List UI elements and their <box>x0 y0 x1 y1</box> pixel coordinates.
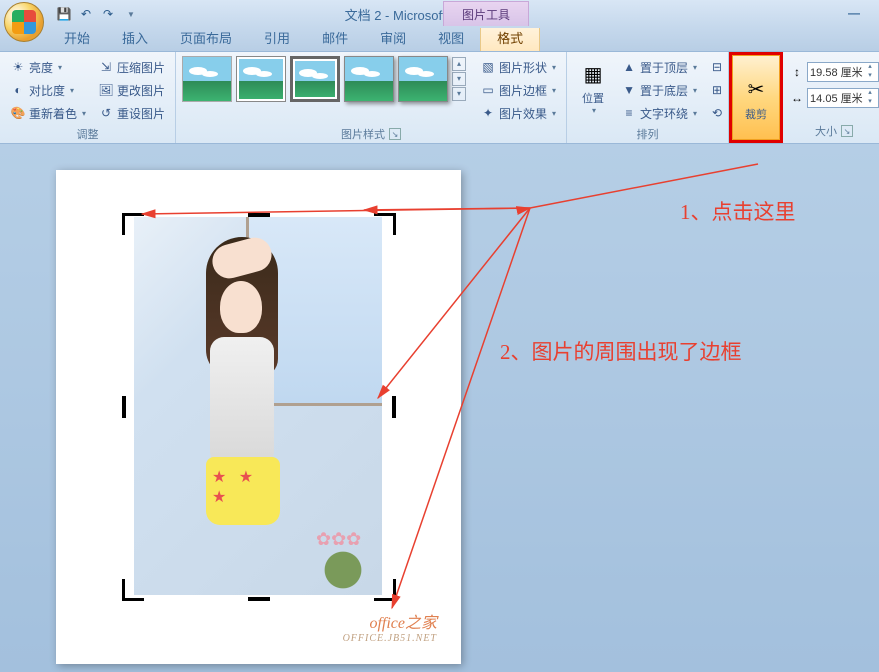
contrast-icon: ◐ <box>10 82 26 98</box>
tab-insert[interactable]: 插入 <box>106 24 164 51</box>
style-thumb[interactable] <box>182 56 232 102</box>
crop-icon: ✂ <box>740 74 772 106</box>
position-icon: ▦ <box>577 58 609 90</box>
dialog-launcher-icon[interactable]: ↘ <box>389 128 401 140</box>
context-tab-picture-tools: 图片工具 <box>443 1 529 26</box>
document-page[interactable]: office之家OFFICE.JB51.NET <box>56 170 461 664</box>
position-button[interactable]: ▦ 位置 ▾ <box>573 56 613 117</box>
text-wrap-icon: ≡ <box>621 105 637 121</box>
compress-button[interactable]: ⇲压缩图片 <box>94 56 169 78</box>
group-arrange-label: 排列 <box>573 124 722 144</box>
bring-front-icon: ▲ <box>621 59 637 75</box>
picture-effects-icon: ✦ <box>480 105 496 121</box>
recolor-icon: 🎨 <box>10 105 26 121</box>
crop-button[interactable]: ✂ 裁剪 <box>736 72 776 124</box>
watermark: office之家OFFICE.JB51.NET <box>343 609 437 644</box>
height-icon: ↕ <box>789 64 805 80</box>
send-back-icon: ▼ <box>621 82 637 98</box>
change-picture-icon: 🖼 <box>98 82 114 98</box>
annotation-2: 2、图片的周围出现了边框 <box>500 336 742 366</box>
reset-picture-icon: ↺ <box>98 105 114 121</box>
group-adjust-label: 调整 <box>6 124 169 144</box>
reset-picture-button[interactable]: ↺重设图片 <box>94 102 169 124</box>
qat-customize-icon[interactable]: ▼ <box>120 4 140 24</box>
qat-save-icon[interactable]: 💾 <box>54 4 74 24</box>
text-wrap-button[interactable]: ≡文字环绕▾ <box>617 102 701 124</box>
picture-effects-button[interactable]: ✦图片效果▾ <box>476 102 560 124</box>
recolor-button[interactable]: 🎨重新着色▾ <box>6 102 90 124</box>
style-thumb[interactable] <box>398 56 448 102</box>
annotation-1: 1、点击这里 <box>680 196 796 226</box>
picture-shape-button[interactable]: ▧图片形状▾ <box>476 56 560 78</box>
change-picture-button[interactable]: 🖼更改图片 <box>94 79 169 101</box>
tab-review[interactable]: 审阅 <box>364 24 422 51</box>
tab-page-layout[interactable]: 页面布局 <box>164 24 248 51</box>
style-thumb[interactable] <box>236 56 286 102</box>
office-button[interactable] <box>4 2 44 42</box>
picture-shape-icon: ▧ <box>480 59 496 75</box>
tab-references[interactable]: 引用 <box>248 24 306 51</box>
inserted-picture[interactable] <box>134 217 382 595</box>
group-styles-label: 图片样式 <box>341 126 385 142</box>
picture-style-gallery[interactable]: ▴▾▾ <box>182 56 466 102</box>
brightness-button[interactable]: ☀亮度▾ <box>6 56 90 78</box>
dialog-launcher-icon[interactable]: ↘ <box>841 125 853 137</box>
contrast-button[interactable]: ◐对比度▾ <box>6 79 90 101</box>
group-icon: ⊞ <box>709 82 725 98</box>
width-icon: ↔ <box>789 90 805 106</box>
qat-undo-icon[interactable]: ↶ <box>76 4 96 24</box>
picture-border-button[interactable]: ▭图片边框▾ <box>476 79 560 101</box>
tab-mailings[interactable]: 邮件 <box>306 24 364 51</box>
align-icon: ⊟ <box>709 59 725 75</box>
send-back-button[interactable]: ▼置于底层▾ <box>617 79 701 101</box>
group-size-label: 大小 <box>815 123 837 139</box>
brightness-icon: ☀ <box>10 59 26 75</box>
bring-front-button[interactable]: ▲置于顶层▾ <box>617 56 701 78</box>
minimize-button[interactable]: — <box>841 6 867 22</box>
gallery-scroller[interactable]: ▴▾▾ <box>452 57 466 101</box>
height-input[interactable]: 19.58 厘米▴▾ <box>807 62 879 82</box>
qat-redo-icon[interactable]: ↷ <box>98 4 118 24</box>
compress-icon: ⇲ <box>98 59 114 75</box>
width-input[interactable]: 14.05 厘米▴▾ <box>807 88 879 108</box>
style-thumb[interactable] <box>290 56 340 102</box>
picture-border-icon: ▭ <box>480 82 496 98</box>
style-thumb[interactable] <box>344 56 394 102</box>
tab-view[interactable]: 视图 <box>422 24 480 51</box>
rotate-icon: ⟲ <box>709 105 725 121</box>
tab-home[interactable]: 开始 <box>48 24 106 51</box>
